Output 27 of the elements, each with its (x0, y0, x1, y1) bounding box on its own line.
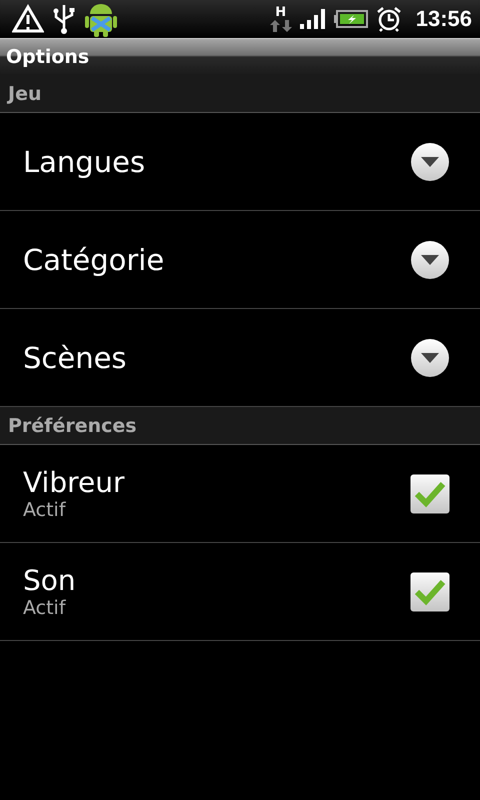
item-label: Vibreur (23, 466, 124, 499)
dropdown-icon[interactable] (410, 338, 450, 378)
warning-icon (12, 4, 44, 34)
item-label: Langues (23, 144, 146, 178)
network-type: H (275, 6, 286, 20)
checkbox[interactable] (410, 474, 450, 514)
section-title: Jeu (8, 82, 42, 104)
alarm-clock-icon (376, 6, 402, 32)
battery-icon (334, 10, 368, 28)
signal-icon (300, 9, 326, 29)
dropdown-icon[interactable] (410, 240, 450, 280)
item-summary: Actif (23, 597, 67, 619)
checkbox[interactable] (410, 572, 450, 612)
item-summary: Actif (23, 499, 67, 521)
list-item[interactable]: Vibreur Actif (0, 445, 480, 543)
usb-icon (52, 3, 76, 35)
list-item[interactable]: Langues (0, 113, 480, 211)
data-arrows-icon (270, 20, 292, 32)
clock-time: 13:56 (416, 6, 472, 32)
screen-title: Options (6, 46, 90, 68)
list-item[interactable]: Son Actif (0, 543, 480, 641)
dropdown-icon[interactable] (410, 142, 450, 182)
item-label: Catégorie (23, 242, 164, 276)
list-item[interactable]: Catégorie (0, 211, 480, 309)
section-title: Préférences (8, 414, 137, 436)
item-label: Scènes (23, 340, 127, 374)
item-label: Son (23, 564, 76, 597)
